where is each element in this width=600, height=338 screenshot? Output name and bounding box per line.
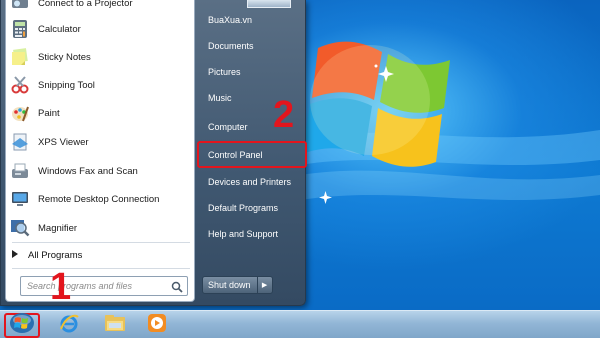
menu-item-pictures[interactable]: Pictures <box>201 60 305 84</box>
internet-explorer-icon <box>58 312 80 338</box>
search-separator <box>12 268 190 269</box>
program-label: Windows Fax and Scan <box>38 165 138 177</box>
start-button[interactable] <box>4 313 40 338</box>
menu-item-label: Computer <box>208 122 248 132</box>
programs-separator <box>12 242 190 243</box>
xps-viewer-icon <box>10 132 30 152</box>
menu-item-label: Devices and Printers <box>208 177 292 187</box>
menu-item-label: Music <box>208 93 232 103</box>
programs-pane: Connect to a Projector Calculator Sticky… <box>5 0 195 302</box>
paint-icon <box>10 103 30 123</box>
step-1-annotation: 1 <box>50 266 72 308</box>
menu-item-label: Documents <box>208 41 254 51</box>
program-magnifier[interactable]: Magnifier <box>10 215 192 241</box>
program-label: Paint <box>38 107 60 119</box>
program-connect-projector[interactable]: Connect to a Projector <box>10 0 192 16</box>
taskbar <box>0 310 600 338</box>
shutdown-options-arrow-icon[interactable]: ▶ <box>256 277 272 293</box>
menu-item-label: Help and Support <box>208 229 279 239</box>
search-box[interactable] <box>20 276 188 296</box>
program-label: Sticky Notes <box>38 51 91 63</box>
menu-item-documents[interactable]: Documents <box>201 34 305 58</box>
snipping-tool-icon <box>10 75 30 95</box>
program-label: Connect to a Projector <box>38 0 133 9</box>
sticky-notes-icon <box>10 47 30 67</box>
program-label: Snipping Tool <box>38 79 95 91</box>
taskbar-internet-explorer[interactable] <box>52 312 86 338</box>
program-label: XPS Viewer <box>38 136 89 148</box>
menu-item-default-programs[interactable]: Default Programs <box>201 196 305 220</box>
user-picture[interactable] <box>247 0 291 8</box>
menu-item-label: Pictures <box>208 67 241 77</box>
taskbar-media-player[interactable] <box>140 312 174 338</box>
windows-start-orb-icon <box>9 312 35 338</box>
program-label: Remote Desktop Connection <box>38 193 160 205</box>
program-remote-desktop[interactable]: Remote Desktop Connection <box>10 186 192 212</box>
shutdown-button-group: Shut down ▶ <box>202 276 273 294</box>
projector-icon <box>10 0 30 13</box>
menu-item-user-folder[interactable]: BuaXua.vn <box>201 8 305 32</box>
program-xps-viewer[interactable]: XPS Viewer <box>10 129 192 155</box>
magnifier-icon <box>10 218 30 238</box>
menu-item-label: Default Programs <box>208 203 279 213</box>
calculator-icon <box>10 19 30 39</box>
program-label: Calculator <box>38 23 81 35</box>
shutdown-button[interactable]: Shut down <box>203 277 257 293</box>
program-label: Magnifier <box>38 222 78 234</box>
program-paint[interactable]: Paint <box>10 100 192 126</box>
menu-item-help-support[interactable]: Help and Support <box>201 222 305 246</box>
program-fax-scan[interactable]: Windows Fax and Scan <box>10 158 192 184</box>
all-programs-button[interactable]: All Programs <box>12 246 82 264</box>
play-arrow-icon <box>12 249 18 261</box>
remote-desktop-icon <box>10 189 30 209</box>
search-icon[interactable] <box>171 280 183 298</box>
menu-item-devices-printers[interactable]: Devices and Printers <box>201 170 305 194</box>
control-panel-highlight <box>197 141 307 168</box>
media-player-icon <box>146 312 168 338</box>
step-2-annotation: 2 <box>273 94 295 136</box>
program-calculator[interactable]: Calculator <box>10 16 192 42</box>
program-sticky-notes[interactable]: Sticky Notes <box>10 44 192 70</box>
fax-scan-icon <box>10 161 30 181</box>
start-menu: Connect to a Projector Calculator Sticky… <box>0 0 307 306</box>
windows-explorer-icon <box>103 312 127 338</box>
menu-item-label: BuaXua.vn <box>208 15 253 25</box>
program-snipping-tool[interactable]: Snipping Tool <box>10 72 192 98</box>
taskbar-windows-explorer[interactable] <box>98 312 132 338</box>
search-input[interactable] <box>27 281 167 291</box>
all-programs-label: All Programs <box>28 249 83 261</box>
